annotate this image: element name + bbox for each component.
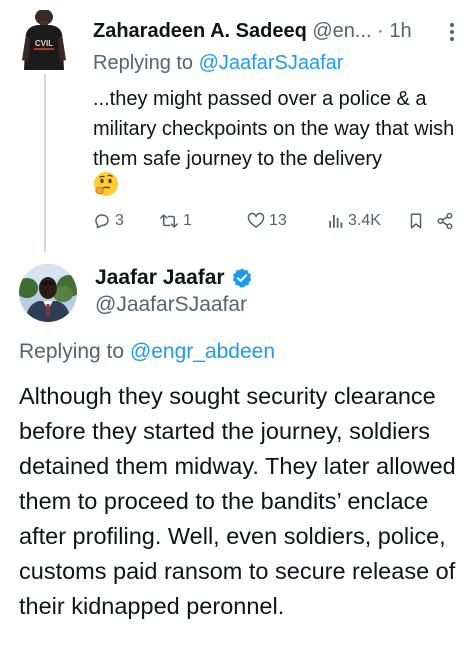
verified-badge-icon[interactable] [231,267,253,289]
tweet-actions-bar: 3 1 13 3.4K [93,208,465,234]
avatar[interactable]: CVIL [20,10,68,70]
tweet-text: Although they sought security clearance … [19,383,456,619]
avatar-shirt-print: CVIL [35,39,53,48]
views-bar-chart-icon [329,215,343,228]
retweet-button[interactable]: 1 [159,208,192,234]
author-name[interactable]: Jaafar Jaafar [95,264,225,292]
timestamp[interactable]: 1h [389,20,411,42]
replying-to-line: Replying to @JaafarSJaafar [93,49,343,77]
reply-button[interactable]: 3 [93,208,124,234]
tweet-text: ...they might passed over a police & a m… [93,88,455,170]
view-count: 3.4K [348,212,381,229]
avatar-image: CVIL [20,10,68,70]
time-separator: · [377,20,384,42]
bookmark-button[interactable] [408,208,424,234]
views-button[interactable]: 3.4K [328,208,381,234]
avatar[interactable] [19,264,77,322]
author-name-row: Jaafar Jaafar [95,264,253,292]
replying-to-link[interactable]: @engr_abdeen [130,340,275,363]
like-count: 13 [269,212,287,229]
thinking-face-icon [93,171,119,197]
author-name[interactable]: Zaharadeen A. Sadeeq [93,20,307,42]
more-options-icon[interactable] [442,18,462,46]
retweet-icon [160,214,178,228]
bookmark-icon [410,213,422,229]
share-button[interactable] [435,208,455,234]
reply-icon [95,214,109,229]
like-button[interactable]: 13 [247,208,287,234]
replying-to-label: Replying to [93,52,199,74]
author-handle[interactable]: @en... [312,20,371,42]
replying-to-line: Replying to @engr_abdeen [19,338,275,366]
thread-connector-line [44,74,46,252]
heart-icon [247,212,265,228]
reply-author-row: Zaharadeen A. Sadeeq @en... · 1h [93,16,458,46]
replying-to-label: Replying to [19,340,130,363]
avatar-image [19,264,77,322]
author-handle[interactable]: @JaafarSJaafar [95,291,247,319]
replying-to-link[interactable]: @JaafarSJaafar [199,52,344,74]
share-icon [437,212,453,230]
retweet-count: 1 [183,212,192,229]
reply-count: 3 [115,212,124,229]
